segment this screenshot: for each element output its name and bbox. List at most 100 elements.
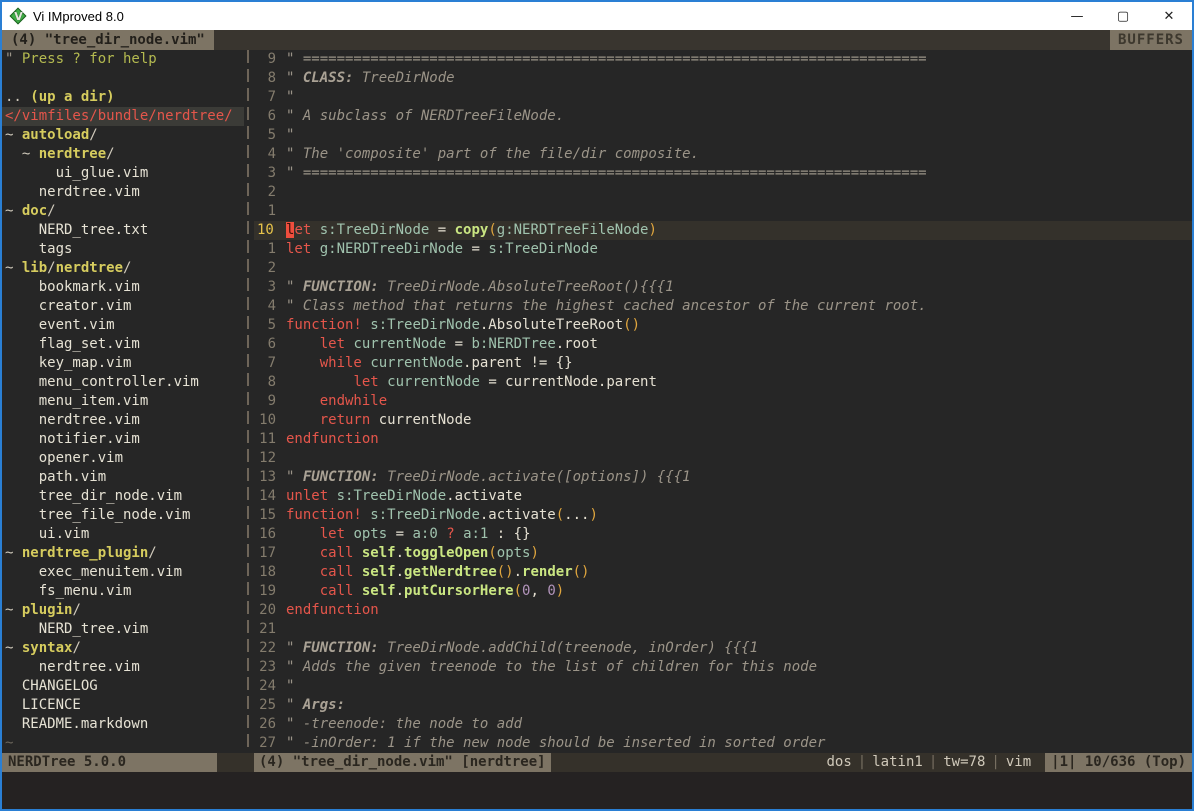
code-line[interactable]: 2 bbox=[254, 259, 1192, 278]
tree-item[interactable]: " Press ? for help bbox=[2, 50, 244, 69]
tree-item[interactable]: bookmark.vim bbox=[2, 278, 244, 297]
code-line[interactable]: 1let g:NERDTreeDirNode = s:TreeDirNode bbox=[254, 240, 1192, 259]
line-number: 18 bbox=[254, 563, 280, 582]
tree-filler-tilde: ~ bbox=[2, 734, 244, 753]
tree-item[interactable]: fs_menu.vim bbox=[2, 582, 244, 601]
code-line[interactable]: 2 bbox=[254, 183, 1192, 202]
code-line[interactable]: 12 bbox=[254, 449, 1192, 468]
status-separator: | bbox=[929, 753, 937, 772]
code-line[interactable]: 20endfunction bbox=[254, 601, 1192, 620]
tree-item[interactable]: </vimfiles/bundle/nerdtree/ bbox=[2, 107, 244, 126]
code-line[interactable]: 23" Adds the given treenode to the list … bbox=[254, 658, 1192, 677]
code-line-text: " ======================================… bbox=[280, 50, 927, 69]
code-line[interactable]: 17 call self.toggleOpen(opts) bbox=[254, 544, 1192, 563]
code-line[interactable]: 1 bbox=[254, 202, 1192, 221]
tree-item[interactable]: LICENCE bbox=[2, 696, 244, 715]
tree-item[interactable]: nerdtree.vim bbox=[2, 411, 244, 430]
tree-item[interactable]: .. (up a dir) bbox=[2, 88, 244, 107]
close-button[interactable]: ✕ bbox=[1146, 2, 1192, 30]
minimize-button[interactable]: — bbox=[1054, 2, 1100, 30]
tree-item[interactable]: NERD_tree.txt bbox=[2, 221, 244, 240]
code-line[interactable]: 9 endwhile bbox=[254, 392, 1192, 411]
line-number: 8 bbox=[254, 373, 280, 392]
tree-item[interactable]: menu_controller.vim bbox=[2, 373, 244, 392]
code-line[interactable]: 8" CLASS: TreeDirNode bbox=[254, 69, 1192, 88]
tree-item[interactable]: opener.vim bbox=[2, 449, 244, 468]
tree-item[interactable]: tree_dir_node.vim bbox=[2, 487, 244, 506]
code-line[interactable]: 7" bbox=[254, 88, 1192, 107]
tree-item[interactable]: key_map.vim bbox=[2, 354, 244, 373]
code-line[interactable]: 13" FUNCTION: TreeDirNode.activate([opti… bbox=[254, 468, 1192, 487]
tree-item[interactable]: nerdtree.vim bbox=[2, 658, 244, 677]
code-line[interactable]: 26" -treenode: the node to add bbox=[254, 715, 1192, 734]
maximize-button[interactable]: ▢ bbox=[1100, 2, 1146, 30]
code-line[interactable]: 3" =====================================… bbox=[254, 164, 1192, 183]
tree-item[interactable]: tree_file_node.vim bbox=[2, 506, 244, 525]
tree-item[interactable]: NERD_tree.vim bbox=[2, 620, 244, 639]
code-line[interactable]: 19 call self.putCursorHere(0, 0) bbox=[254, 582, 1192, 601]
code-line-text: " Class method that returns the highest … bbox=[280, 297, 927, 316]
window-split-separator[interactable] bbox=[244, 50, 254, 753]
code-line[interactable]: 6" A subclass of NERDTreeFileNode. bbox=[254, 107, 1192, 126]
tree-item[interactable]: exec_menuitem.vim bbox=[2, 563, 244, 582]
line-number: 24 bbox=[254, 677, 280, 696]
status-separator: | bbox=[991, 753, 999, 772]
code-line[interactable]: 10 return currentNode bbox=[254, 411, 1192, 430]
tree-item[interactable]: ui_glue.vim bbox=[2, 164, 244, 183]
code-line[interactable]: 10let s:TreeDirNode = copy(g:NERDTreeFil… bbox=[254, 221, 1192, 240]
tree-item[interactable]: ~ nerdtree_plugin/ bbox=[2, 544, 244, 563]
code-line[interactable]: 21 bbox=[254, 620, 1192, 639]
status-item: dos bbox=[821, 753, 858, 772]
code-line[interactable]: 6 let currentNode = b:NERDTree.root bbox=[254, 335, 1192, 354]
tree-item[interactable]: ~ nerdtree/ bbox=[2, 145, 244, 164]
line-number: 12 bbox=[254, 449, 280, 468]
code-line[interactable]: 16 let opts = a:0 ? a:1 : {} bbox=[254, 525, 1192, 544]
tree-item[interactable]: ui.vim bbox=[2, 525, 244, 544]
tree-item[interactable]: path.vim bbox=[2, 468, 244, 487]
tree-item[interactable]: ~ autoload/ bbox=[2, 126, 244, 145]
tree-item[interactable]: flag_set.vim bbox=[2, 335, 244, 354]
tree-item[interactable]: notifier.vim bbox=[2, 430, 244, 449]
tree-item[interactable]: ~ syntax/ bbox=[2, 639, 244, 658]
code-line-text: " -inOrder: 1 if the new node should be … bbox=[280, 734, 825, 753]
line-number: 5 bbox=[254, 316, 280, 335]
tree-item[interactable] bbox=[2, 69, 244, 88]
buffer-status: (4) "tree_dir_node.vim" [nerdtree] bbox=[254, 753, 551, 772]
tree-item[interactable]: nerdtree.vim bbox=[2, 183, 244, 202]
line-number: 25 bbox=[254, 696, 280, 715]
tree-item[interactable]: ~ doc/ bbox=[2, 202, 244, 221]
code-line[interactable]: 5" bbox=[254, 126, 1192, 145]
code-line[interactable]: 5function! s:TreeDirNode.AbsoluteTreeRoo… bbox=[254, 316, 1192, 335]
tree-item[interactable]: ~ plugin/ bbox=[2, 601, 244, 620]
tree-item[interactable]: tags bbox=[2, 240, 244, 259]
active-tab[interactable]: (4) "tree_dir_node.vim" bbox=[2, 30, 214, 50]
tree-item[interactable]: README.markdown bbox=[2, 715, 244, 734]
code-line[interactable]: 7 while currentNode.parent != {} bbox=[254, 354, 1192, 373]
line-number: 21 bbox=[254, 620, 280, 639]
code-line[interactable]: 27" -inOrder: 1 if the new node should b… bbox=[254, 734, 1192, 753]
code-line[interactable]: 4" Class method that returns the highest… bbox=[254, 297, 1192, 316]
code-line[interactable]: 11endfunction bbox=[254, 430, 1192, 449]
code-line[interactable]: 24" bbox=[254, 677, 1192, 696]
line-number: 15 bbox=[254, 506, 280, 525]
command-line[interactable] bbox=[2, 772, 1192, 809]
line-number: 2 bbox=[254, 183, 280, 202]
code-line[interactable]: 9" =====================================… bbox=[254, 50, 1192, 69]
code-line[interactable]: 22" FUNCTION: TreeDirNode.addChild(treen… bbox=[254, 639, 1192, 658]
code-line[interactable]: 15function! s:TreeDirNode.activate(...) bbox=[254, 506, 1192, 525]
code-line-text bbox=[280, 449, 286, 468]
code-line[interactable]: 3" FUNCTION: TreeDirNode.AbsoluteTreeRoo… bbox=[254, 278, 1192, 297]
code-line[interactable]: 25" Args: bbox=[254, 696, 1192, 715]
code-line[interactable]: 14unlet s:TreeDirNode.activate bbox=[254, 487, 1192, 506]
line-number: 22 bbox=[254, 639, 280, 658]
tree-item[interactable]: CHANGELOG bbox=[2, 677, 244, 696]
code-line[interactable]: 18 call self.getNerdtree().render() bbox=[254, 563, 1192, 582]
status-separator: | bbox=[858, 753, 866, 772]
tree-item[interactable]: creator.vim bbox=[2, 297, 244, 316]
code-line[interactable]: 4" The 'composite' part of the file/dir … bbox=[254, 145, 1192, 164]
tree-item[interactable]: event.vim bbox=[2, 316, 244, 335]
code-line-text bbox=[280, 202, 286, 221]
tree-item[interactable]: ~ lib/nerdtree/ bbox=[2, 259, 244, 278]
tree-item[interactable]: menu_item.vim bbox=[2, 392, 244, 411]
code-line[interactable]: 8 let currentNode = currentNode.parent bbox=[254, 373, 1192, 392]
